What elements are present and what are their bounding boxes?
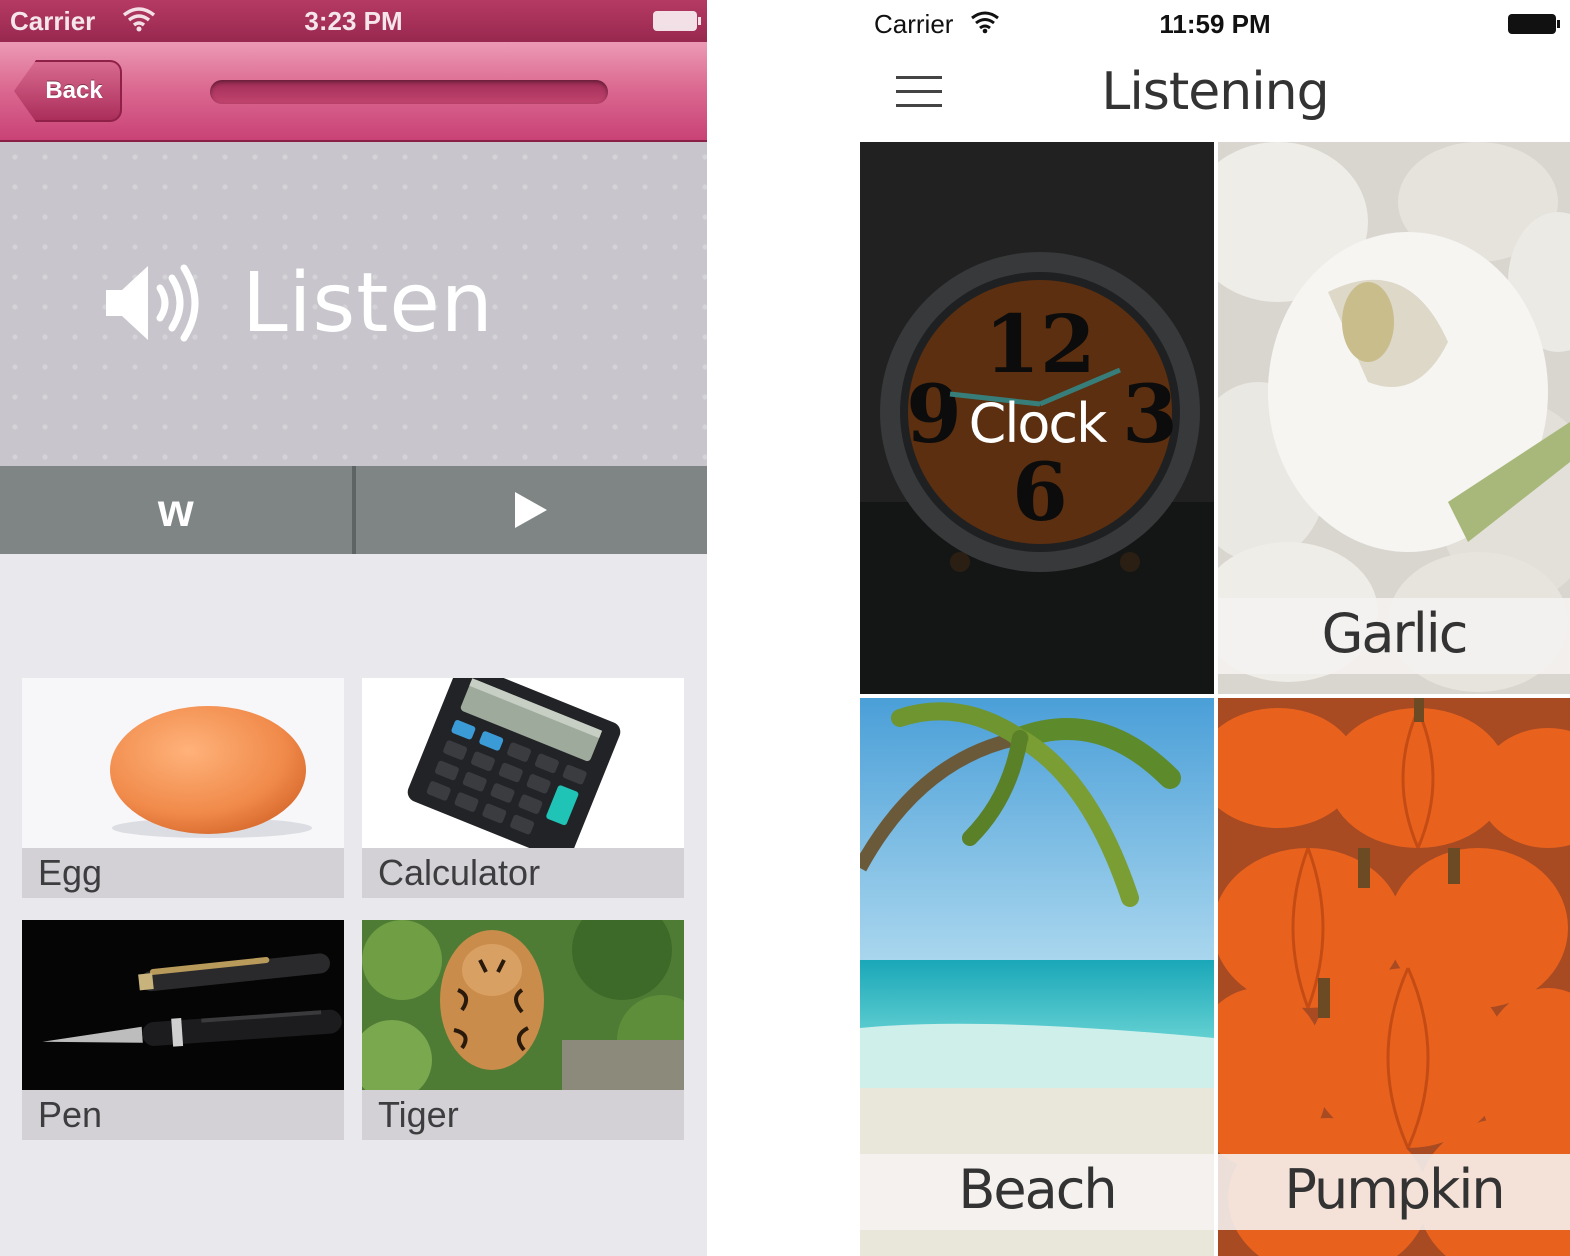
tiger-image xyxy=(362,920,684,1090)
grid-tile-beach[interactable]: Beach xyxy=(860,698,1214,1256)
word-mode-button[interactable]: w xyxy=(0,466,352,554)
answer-tile-tiger[interactable]: Tiger xyxy=(362,920,684,1140)
grid-tile-garlic[interactable]: Garlic xyxy=(1218,142,1570,694)
pen-image xyxy=(22,920,344,1090)
status-time: 3:23 PM xyxy=(304,6,403,36)
navigation-bar: Listening xyxy=(860,46,1570,142)
tile-label: Calculator xyxy=(378,852,541,893)
tile-caption: Pumpkin xyxy=(1284,1158,1505,1221)
egg-image xyxy=(22,678,344,848)
play-button[interactable] xyxy=(356,466,708,554)
answer-tile-pen[interactable]: Pen xyxy=(22,920,344,1140)
battery-icon xyxy=(1508,14,1560,34)
tile-label: Tiger xyxy=(378,1094,459,1135)
right-phone-screen: Carrier 11:59 PM Listening 12 6 3 9 xyxy=(860,0,1570,1256)
listen-title: Listen xyxy=(242,256,494,351)
play-icon xyxy=(515,492,548,528)
status-bar: Carrier 3:23 PM xyxy=(0,0,707,42)
tile-caption: Beach xyxy=(958,1158,1117,1221)
tile-caption: Clock xyxy=(968,392,1108,455)
back-button[interactable]: Back xyxy=(14,60,122,122)
calculator-image xyxy=(362,678,684,848)
lesson-progress-bar xyxy=(210,80,608,104)
left-phone-screen: Carrier 3:23 PM Back Listen w Egg Calcul… xyxy=(0,0,707,1256)
page-title: Listening xyxy=(1101,62,1329,122)
word-mode-label: w xyxy=(157,484,194,536)
status-time: 11:59 PM xyxy=(1159,9,1271,39)
status-bar: Carrier 11:59 PM xyxy=(860,0,1570,46)
speaker-icon[interactable] xyxy=(104,262,202,344)
mode-segmented-control: w xyxy=(0,466,707,554)
tile-label: Egg xyxy=(38,852,103,893)
navigation-bar: Back xyxy=(0,42,707,142)
back-button-label: Back xyxy=(45,77,103,104)
tile-caption: Garlic xyxy=(1321,602,1469,665)
grid-tile-pumpkin[interactable]: Pumpkin xyxy=(1218,698,1570,1256)
answer-tile-calculator[interactable]: Calculator xyxy=(362,678,684,898)
tile-label: Pen xyxy=(38,1094,103,1135)
grid-tile-clock[interactable]: 12 6 3 9 Clock xyxy=(860,142,1214,694)
battery-icon xyxy=(653,11,701,31)
answer-tile-egg[interactable]: Egg xyxy=(22,678,344,898)
